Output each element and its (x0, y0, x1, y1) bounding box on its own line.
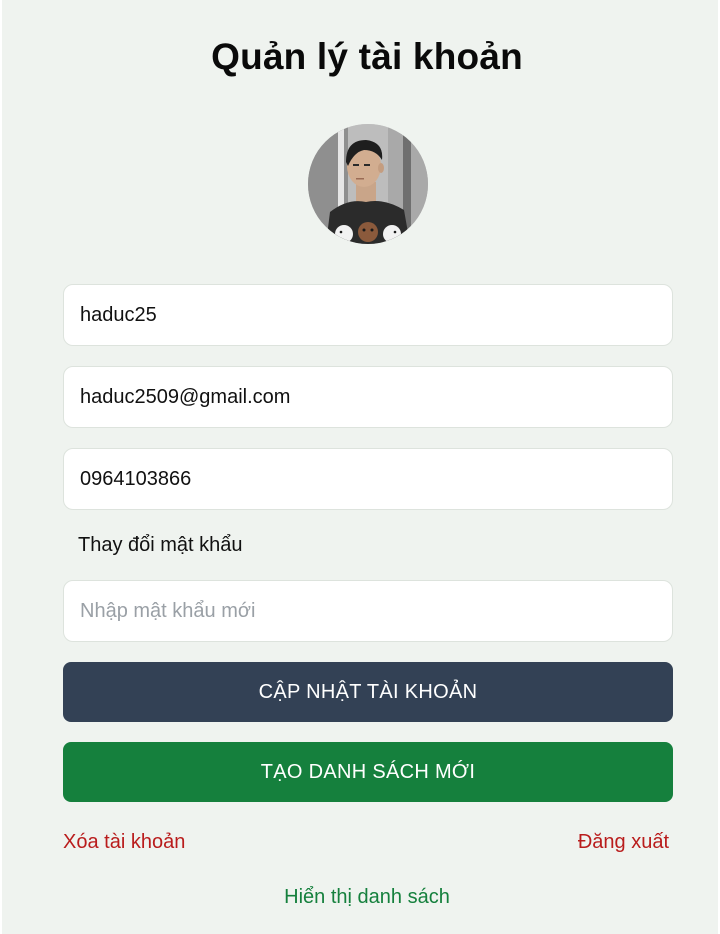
avatar (308, 124, 428, 244)
email-input[interactable] (63, 366, 673, 428)
logout-link[interactable]: Đăng xuất (578, 831, 669, 854)
username-input[interactable] (63, 284, 673, 346)
page-title: Quản lý tài khoản (211, 36, 523, 77)
account-panel: Quản lý tài khoản haduc25 haduc2509@gmai… (2, 0, 718, 934)
delete-account-link[interactable]: Xóa tài khoản (63, 831, 185, 854)
phone-input[interactable] (63, 448, 673, 510)
new-password-input[interactable] (63, 580, 673, 642)
update-account-button[interactable]: CẬP NHẬT TÀI KHOẢN (63, 662, 673, 722)
change-password-label: Thay đổi mật khẩu (78, 534, 243, 556)
avatar-photo (308, 124, 428, 244)
create-list-button[interactable]: TẠO DANH SÁCH MỚI (63, 742, 673, 802)
show-list-link[interactable]: Hiển thị danh sách (2, 886, 720, 909)
